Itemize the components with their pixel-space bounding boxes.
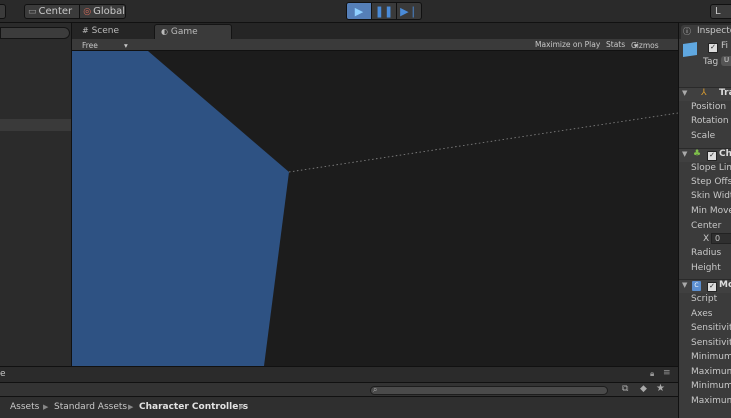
hierarchy-search-input[interactable] <box>0 27 70 39</box>
play-controls: ▶ ❚❚ ▶❘ <box>346 2 422 20</box>
breadcrumb-standard-assets[interactable]: Standard Assets <box>54 402 127 412</box>
play-button[interactable]: ▶ <box>347 3 372 19</box>
center-x-input[interactable]: 0 <box>711 233 731 244</box>
transform-axes-icon: ⅄ <box>701 88 707 98</box>
scale-label: Scale <box>691 131 716 141</box>
object-active-checkbox[interactable]: ✓ <box>708 43 718 53</box>
game-view-toolbar: Free Aspect▾ Maximize on Play Stats Gizm… <box>72 39 678 59</box>
tag-dropdown[interactable]: U <box>721 56 731 66</box>
chevron-down-icon: ▼ <box>682 281 688 289</box>
chevron-down-icon: ▾ <box>634 41 638 50</box>
character-icon: ♣ <box>693 149 702 159</box>
tab-inspector[interactable]: ⓘ Inspecto <box>681 25 731 39</box>
position-label: Position <box>691 102 727 112</box>
cube-icon <box>683 42 697 57</box>
project-tab-label[interactable]: e <box>0 369 6 379</box>
filter-label-icon[interactable]: ◆ <box>640 384 647 394</box>
project-search-bar: ⌕ ⧉ ◆ ★ <box>0 382 678 396</box>
step-offset-label: Step Offs <box>691 177 731 187</box>
tab-game[interactable]: ◐ Game <box>154 24 232 39</box>
chevron-down-icon: ▾ <box>124 41 128 50</box>
chevron-right-icon: ▶ <box>43 403 49 411</box>
slope-limit-label: Slope Lim <box>691 163 731 173</box>
height-label: Height <box>691 263 721 273</box>
pause-icon: ❚❚ <box>374 4 394 18</box>
breadcrumb-character-controllers[interactable]: Character Controllers <box>139 402 248 412</box>
game-viewport[interactable] <box>72 51 678 366</box>
tag-label: Tag <box>703 57 719 67</box>
hierarchy-selected-row[interactable] <box>0 119 71 131</box>
maximum-y-label: Maximum <box>691 396 731 406</box>
breadcrumb: Assets ▶ Standard Assets ▶ Character Con… <box>0 396 678 418</box>
search-icon: ⌕ <box>373 385 378 394</box>
step-button[interactable]: ▶❘ <box>397 3 421 19</box>
maximize-on-play-toggle[interactable]: Maximize on Play <box>535 40 600 49</box>
script-icon: C <box>692 281 701 291</box>
chevron-down-icon: ▼ <box>682 150 688 158</box>
space-global-button[interactable]: ◎ Global <box>80 5 125 18</box>
center-icon: ▭ <box>28 7 37 17</box>
lock-icon[interactable]: 🔒︎ <box>650 369 654 379</box>
radius-label: Radius <box>691 248 722 258</box>
center-label: Center <box>691 221 722 231</box>
dotted-ray-line <box>288 112 678 173</box>
globe-icon: ◎ <box>83 7 92 17</box>
character-controller-header[interactable]: ▼ ♣ ✓ Ch <box>679 148 731 162</box>
step-icon: ▶❘ <box>400 4 418 18</box>
pivot-space-group: ▭ Center ◎ Global <box>24 4 126 19</box>
sensitivity-y-label: Sensitivity <box>691 338 731 348</box>
toolbar-tool-button[interactable] <box>0 4 6 19</box>
play-icon: ▶ <box>354 4 364 18</box>
mouse-look-header[interactable]: ▼ C ✓ Mo <box>679 279 731 293</box>
blue-wall-shape <box>72 51 289 366</box>
sensitivity-x-label: Sensitivity <box>691 323 731 333</box>
min-move-label: Min Move <box>691 206 731 216</box>
layers-dropdown[interactable]: L <box>710 4 731 19</box>
skin-width-label: Skin Widt <box>691 191 731 201</box>
gamepad-icon: ◐ <box>161 27 168 36</box>
chevron-right-icon: ▶ <box>239 403 245 411</box>
hierarchy-panel <box>0 23 72 366</box>
axes-label: Axes <box>691 309 713 319</box>
chevron-down-icon: ▼ <box>682 89 688 97</box>
project-search-input[interactable]: ⌕ <box>370 385 608 395</box>
script-label: Script <box>691 294 718 304</box>
inspector-tab-bar: ⓘ Inspecto <box>679 23 731 39</box>
transform-header[interactable]: ▼ ⅄ Tra <box>679 87 731 101</box>
minimum-x-label: Minimum <box>691 352 731 362</box>
grid-icon: # <box>82 26 89 35</box>
filter-type-icon[interactable]: ⧉ <box>622 384 628 394</box>
main-toolbar: ▭ Center ◎ Global ▶ ❚❚ ▶❘ L <box>0 0 731 23</box>
mouse-look-enabled-checkbox[interactable]: ✓ <box>707 282 717 292</box>
inspector-panel: ⓘ Inspecto ✓ Fi Tag U ▼ ⅄ Tra Position R… <box>678 23 731 418</box>
favorite-star-icon[interactable]: ★ <box>656 383 665 394</box>
tab-scene[interactable]: # Scene <box>76 24 125 39</box>
chevron-right-icon: ▶ <box>128 403 134 411</box>
project-tab-bar: e 🔒︎ ≡ <box>0 366 678 382</box>
center-x-label: X <box>703 234 710 244</box>
character-controller-enabled-checkbox[interactable]: ✓ <box>707 151 717 161</box>
game-render <box>72 51 678 366</box>
maximum-x-label: Maximum <box>691 367 731 377</box>
object-name-field[interactable]: Fi <box>721 41 728 51</box>
stats-toggle[interactable]: Stats <box>606 40 625 49</box>
info-icon: ⓘ <box>683 27 691 36</box>
rotation-label: Rotation <box>691 116 729 126</box>
view-tab-bar: # Scene ◐ Game <box>72 23 678 39</box>
minimum-y-label: Minimum <box>691 381 731 391</box>
breadcrumb-assets[interactable]: Assets <box>10 402 39 412</box>
pivot-center-button[interactable]: ▭ Center <box>25 5 81 18</box>
menu-icon[interactable]: ≡ <box>663 368 671 378</box>
pause-button[interactable]: ❚❚ <box>372 3 397 19</box>
